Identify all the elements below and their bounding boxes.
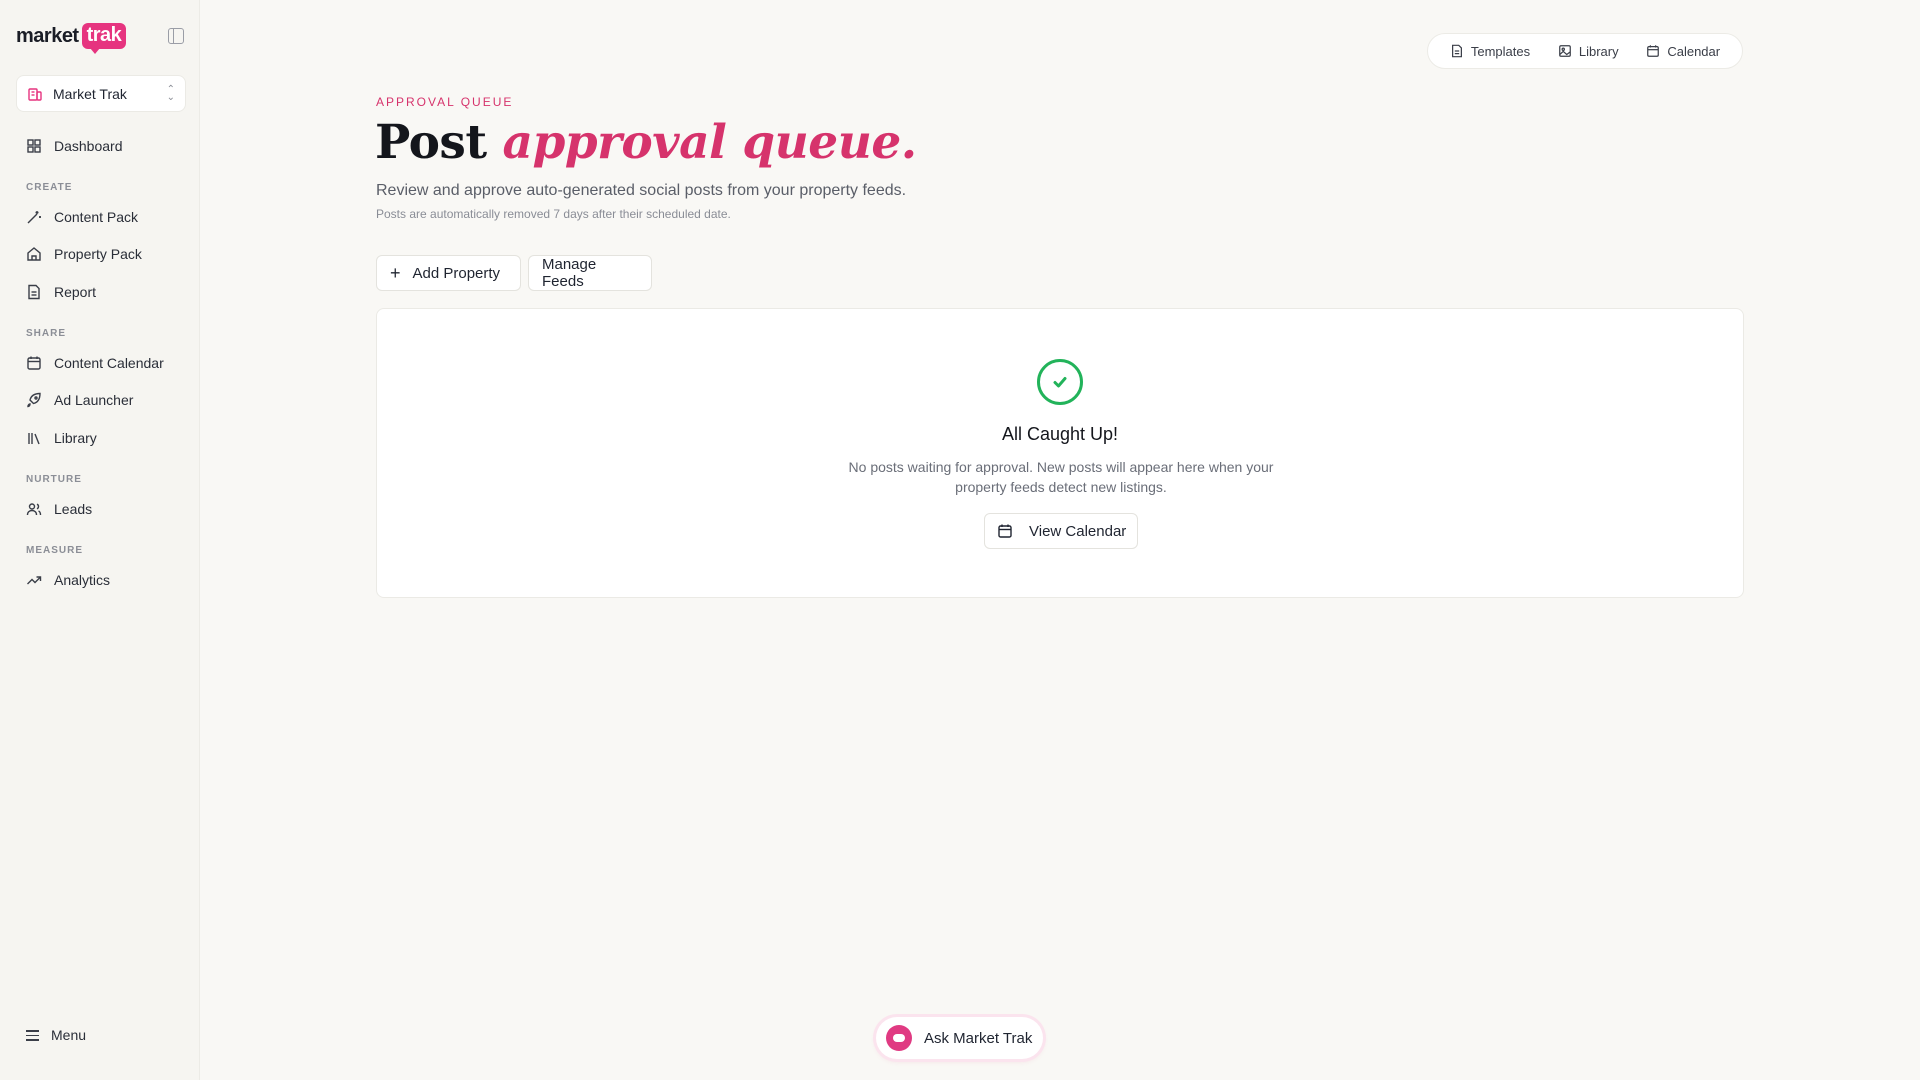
sidebar: market trak Market Trak ⌃ ⌄ Dashboard CRE… (0, 0, 200, 1080)
calendar-icon (998, 524, 1012, 538)
sidebar-item-label: Report (54, 284, 97, 300)
top-nav-label: Calendar (1667, 43, 1721, 59)
logo-row: market trak (16, 22, 184, 54)
library-icon (28, 433, 40, 445)
plus-icon: + (390, 263, 401, 283)
sidebar-collapse-icon[interactable] (168, 28, 184, 44)
users-icon (26, 503, 42, 516)
add-property-button[interactable]: + Add Property (376, 255, 521, 291)
logo-text-right: trak (81, 23, 127, 54)
menu-label: Menu (51, 1027, 87, 1044)
document-icon (1451, 44, 1462, 58)
sidebar-item-label: Analytics (54, 572, 111, 588)
rocket-icon (27, 392, 41, 408)
brand-logo[interactable]: market trak (16, 23, 127, 54)
sidebar-item-label: Content Calendar (54, 355, 164, 371)
section-share: SHARE (26, 328, 67, 339)
sidebar-item-ad-launcher[interactable]: Ad Launcher (16, 384, 186, 416)
sidebar-item-report[interactable]: Report (16, 276, 186, 308)
manage-feeds-button[interactable]: Manage Feeds (528, 255, 652, 291)
document-icon (28, 284, 40, 300)
page-title-accent: approval queue. (502, 115, 917, 170)
top-quick-nav: Templates Library Calendar (1427, 33, 1743, 69)
sidebar-item-dashboard[interactable]: Dashboard (16, 130, 186, 162)
sidebar-item-content-calendar[interactable]: Content Calendar (16, 347, 186, 379)
top-nav-templates[interactable]: Templates (1450, 44, 1530, 59)
check-circle-icon (1037, 359, 1083, 405)
button-label: Manage Feeds (542, 256, 597, 290)
top-nav-label: Library (1578, 43, 1619, 59)
sidebar-item-label: Library (54, 430, 97, 446)
sidebar-item-label: Dashboard (54, 138, 123, 154)
image-icon (1558, 45, 1571, 57)
approval-queue-panel: All Caught Up! No posts waiting for appr… (376, 308, 1744, 598)
chevrons-up-down-icon: ⌃ ⌄ (166, 83, 175, 103)
top-nav-calendar[interactable]: Calendar (1646, 44, 1720, 59)
page-note: Posts are automatically removed 7 days a… (376, 207, 731, 221)
page-title: Post approval queue. (375, 115, 917, 170)
button-label: View Calendar (1029, 522, 1127, 540)
page-subtitle: Review and approve auto-generated social… (376, 182, 907, 199)
ask-assistant-button[interactable]: Ask Market Trak (876, 1017, 1043, 1059)
calendar-icon (1647, 45, 1660, 57)
hamburger-icon (26, 1027, 39, 1044)
menu-button[interactable]: Menu (26, 1027, 86, 1044)
section-create: CREATE (26, 182, 73, 193)
sidebar-item-library[interactable]: Library (16, 422, 186, 454)
magic-wand-icon (27, 211, 41, 224)
org-switcher[interactable]: Market Trak ⌃ ⌄ (16, 75, 186, 112)
sidebar-item-label: Content Pack (54, 209, 139, 225)
calendar-icon (27, 356, 41, 370)
sidebar-item-label: Leads (54, 501, 93, 517)
button-label: Add Property (412, 264, 501, 282)
sidebar-item-content-pack[interactable]: Content Pack (16, 201, 186, 233)
page-eyebrow: APPROVAL QUEUE (376, 95, 514, 109)
empty-state-text: No posts waiting for approval. New posts… (848, 459, 1274, 495)
sidebar-item-leads[interactable]: Leads (16, 493, 186, 525)
sidebar-item-label: Ad Launcher (54, 392, 134, 408)
section-nurture: NURTURE (26, 474, 82, 485)
home-icon (27, 247, 41, 261)
org-switcher-label: Market Trak (53, 85, 127, 102)
top-nav-label: Templates (1470, 43, 1531, 59)
building-icon (28, 87, 42, 101)
sidebar-item-analytics[interactable]: Analytics (16, 564, 186, 596)
logo-text-left: market (16, 24, 79, 47)
chat-bubble-icon (886, 1025, 912, 1051)
sidebar-item-label: Property Pack (54, 246, 142, 262)
ask-assistant-label: Ask Market Trak (924, 1029, 1033, 1047)
empty-state-title: All Caught Up! (1001, 424, 1119, 444)
section-measure: MEASURE (26, 545, 84, 556)
grid-icon (27, 139, 41, 153)
trending-up-icon (27, 576, 42, 585)
view-calendar-button[interactable]: View Calendar (984, 513, 1138, 549)
sidebar-item-property-pack[interactable]: Property Pack (16, 238, 186, 270)
top-nav-library[interactable]: Library (1558, 44, 1619, 59)
page-title-plain: Post (375, 115, 487, 170)
